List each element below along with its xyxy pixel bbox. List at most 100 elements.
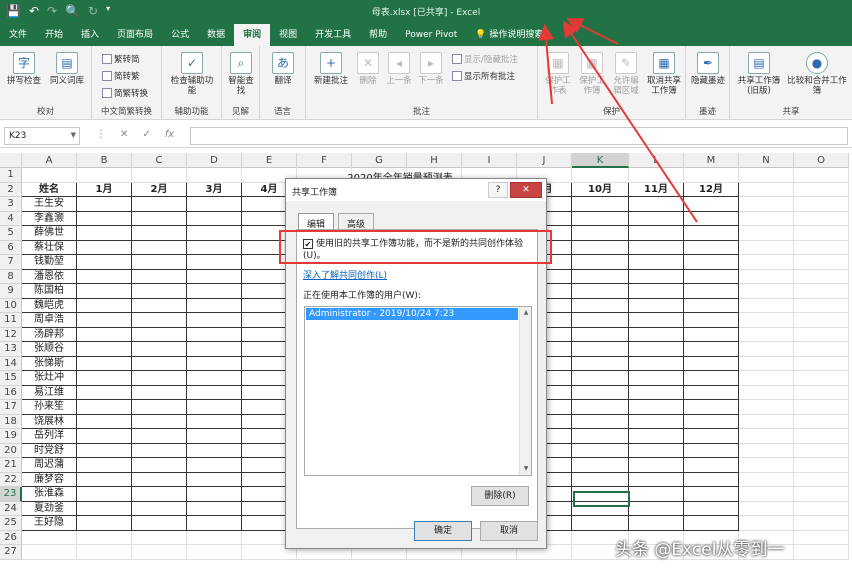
cell[interactable]: 岳列洋 <box>22 429 77 444</box>
cell[interactable] <box>739 168 794 183</box>
cell[interactable] <box>794 472 849 487</box>
cell[interactable] <box>187 327 242 342</box>
cell[interactable]: 张顺谷 <box>22 342 77 357</box>
row-header[interactable]: 3 <box>0 197 22 212</box>
cell[interactable] <box>187 197 242 212</box>
cell[interactable] <box>187 226 242 241</box>
delete-comment-button[interactable]: ✕ 删除 <box>354 52 382 86</box>
cell[interactable] <box>132 530 187 545</box>
cell[interactable] <box>684 472 739 487</box>
cell[interactable] <box>187 240 242 255</box>
cell[interactable] <box>572 400 629 415</box>
tab-page-layout[interactable]: 页面布局 <box>108 24 162 46</box>
cell[interactable] <box>77 327 132 342</box>
cell[interactable] <box>77 226 132 241</box>
cell[interactable] <box>132 356 187 371</box>
cell[interactable]: 饶展林 <box>22 414 77 429</box>
cell[interactable] <box>572 313 629 328</box>
cell[interactable] <box>794 414 849 429</box>
cell[interactable] <box>684 226 739 241</box>
cell[interactable] <box>794 327 849 342</box>
cell[interactable] <box>77 240 132 255</box>
cell[interactable] <box>77 284 132 299</box>
column-header-m[interactable]: M <box>684 153 739 168</box>
cell[interactable] <box>572 516 629 531</box>
share-workbook-legacy-button[interactable]: ▤ 共享工作簿(旧版) <box>734 52 784 96</box>
column-header-i[interactable]: I <box>462 153 517 168</box>
cell[interactable] <box>132 226 187 241</box>
cell[interactable]: 周卓浩 <box>22 313 77 328</box>
cell[interactable]: 3月 <box>187 182 242 197</box>
cell[interactable] <box>684 429 739 444</box>
cell[interactable] <box>132 211 187 226</box>
close-button[interactable]: ✕ <box>510 182 542 198</box>
cell[interactable] <box>187 472 242 487</box>
cell[interactable] <box>739 284 794 299</box>
cell[interactable] <box>187 298 242 313</box>
cell[interactable] <box>794 530 849 545</box>
column-header-d[interactable]: D <box>187 153 242 168</box>
cell[interactable] <box>739 400 794 415</box>
cell[interactable]: 时党舒 <box>22 443 77 458</box>
cell[interactable] <box>187 342 242 357</box>
cell[interactable] <box>684 414 739 429</box>
cell[interactable] <box>684 255 739 270</box>
cell[interactable] <box>132 516 187 531</box>
cell[interactable] <box>629 197 684 212</box>
cell[interactable] <box>629 255 684 270</box>
cell[interactable] <box>77 458 132 473</box>
row-header[interactable]: 20 <box>0 443 22 458</box>
cell[interactable] <box>77 313 132 328</box>
cell[interactable] <box>187 414 242 429</box>
cell[interactable] <box>187 284 242 299</box>
cell[interactable] <box>629 385 684 400</box>
cell[interactable] <box>572 342 629 357</box>
cell[interactable] <box>684 327 739 342</box>
cell[interactable]: 李鑫灏 <box>22 211 77 226</box>
cell[interactable] <box>629 371 684 386</box>
cell[interactable] <box>77 211 132 226</box>
cell[interactable] <box>794 211 849 226</box>
tab-advanced[interactable]: 高级 <box>338 213 375 230</box>
column-header-f[interactable]: F <box>297 153 352 168</box>
cell[interactable] <box>77 255 132 270</box>
cell[interactable] <box>794 255 849 270</box>
cell[interactable] <box>187 168 242 183</box>
cell[interactable] <box>684 356 739 371</box>
cell[interactable] <box>629 501 684 516</box>
row-header[interactable]: 6 <box>0 240 22 255</box>
cell[interactable] <box>629 269 684 284</box>
row-header[interactable]: 18 <box>0 414 22 429</box>
row-header[interactable]: 13 <box>0 342 22 357</box>
scrollbar[interactable]: ▲ ▼ <box>519 307 531 475</box>
cell[interactable] <box>794 487 849 502</box>
cell[interactable] <box>629 284 684 299</box>
cell[interactable] <box>22 168 77 183</box>
list-item[interactable]: Administrator - 2019/10/24 7:23 <box>306 308 518 320</box>
cell[interactable] <box>77 545 132 560</box>
cell[interactable] <box>572 240 629 255</box>
column-header-b[interactable]: B <box>77 153 132 168</box>
tab-insert[interactable]: 插入 <box>72 24 108 46</box>
cell[interactable] <box>77 342 132 357</box>
cell[interactable] <box>187 501 242 516</box>
cell[interactable]: 薛佛世 <box>22 226 77 241</box>
row-header[interactable]: 16 <box>0 385 22 400</box>
cell[interactable] <box>22 545 77 560</box>
cell[interactable] <box>684 516 739 531</box>
tab-file[interactable]: 文件 <box>0 24 36 46</box>
cell[interactable] <box>572 472 629 487</box>
cell[interactable] <box>794 284 849 299</box>
coauthoring-link[interactable]: 深入了解共同创作(L) <box>303 268 387 281</box>
cell[interactable] <box>77 168 132 183</box>
cell[interactable] <box>629 400 684 415</box>
cell[interactable] <box>132 371 187 386</box>
cell[interactable] <box>572 385 629 400</box>
cell[interactable] <box>187 356 242 371</box>
cell[interactable] <box>77 443 132 458</box>
cell[interactable] <box>629 327 684 342</box>
cell[interactable] <box>794 545 849 560</box>
cell[interactable]: 姓名 <box>22 182 77 197</box>
cell[interactable] <box>684 211 739 226</box>
column-header-a[interactable]: A <box>22 153 77 168</box>
